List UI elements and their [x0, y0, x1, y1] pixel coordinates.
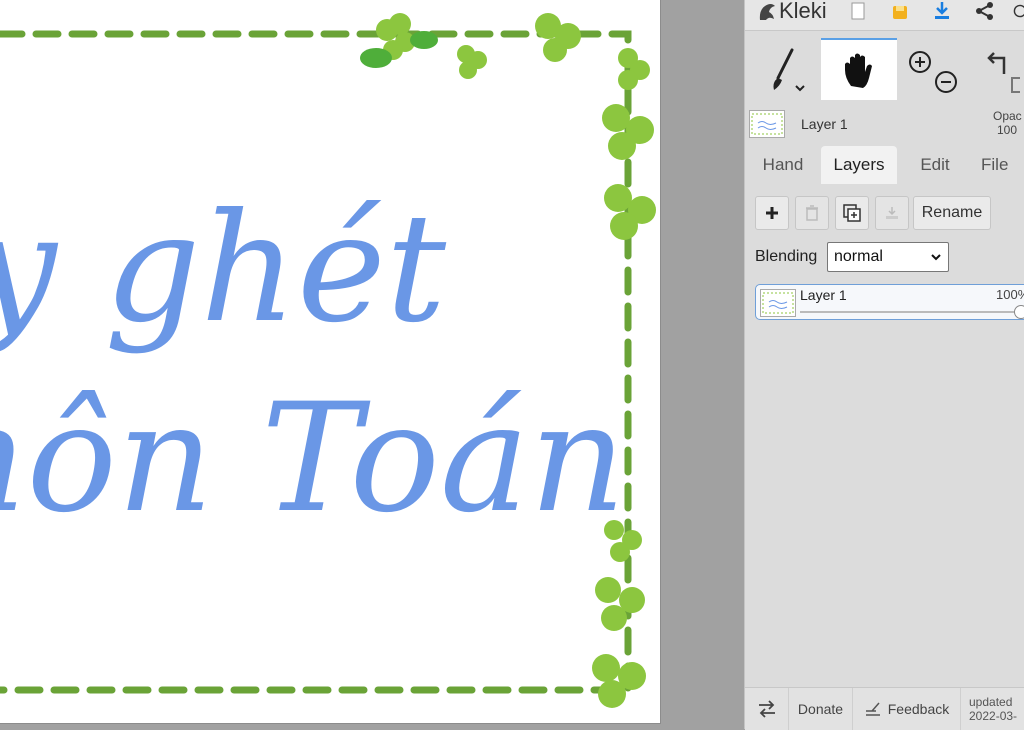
merge-down-icon [886, 207, 898, 219]
feedback-label: Feedback [887, 701, 950, 717]
layer-list-item[interactable]: Layer 1 100% [755, 284, 1024, 320]
layers-panel: Rename Blending normal Layer 1 100% [745, 184, 1024, 687]
layer-item-name: Layer 1 [800, 287, 847, 303]
canvas-text-line2: nôn Toán [0, 372, 626, 546]
new-image-button[interactable] [849, 0, 867, 24]
blending-select[interactable]: normal [827, 242, 949, 272]
updated-info[interactable]: updated 2022-03- [961, 688, 1024, 730]
zoom-in-icon[interactable] [909, 51, 931, 73]
tab-edit[interactable]: Edit [899, 146, 971, 184]
canvas-artwork: y ghét nôn Toán [0, 13, 656, 708]
merge-layer-button[interactable] [875, 196, 909, 230]
add-layer-button[interactable] [755, 196, 789, 230]
save-button[interactable] [889, 0, 911, 24]
blending-value: normal [834, 248, 883, 265]
feedback-link[interactable]: Feedback [853, 688, 961, 730]
share-button[interactable] [973, 0, 997, 24]
side-panel: Kleki Layer 1 Opac 100 Hand Layers Edit … [744, 0, 1024, 730]
layer-opacity-slider-handle[interactable] [1014, 305, 1024, 319]
hand-tool-button[interactable] [821, 38, 897, 100]
tool-row [745, 38, 1024, 102]
download-button[interactable] [931, 0, 953, 24]
tab-hand[interactable]: Hand [749, 146, 817, 184]
opacity-readout: Opac 100 [993, 109, 1024, 137]
drawing-canvas[interactable]: y ghét nôn Toán [0, 0, 660, 723]
feedback-icon [865, 702, 880, 716]
bottom-bar: Donate Feedback updated 2022-03- [745, 687, 1024, 730]
canvas-text-line1: y ghét [0, 182, 447, 356]
swap-ui-side-button[interactable] [745, 688, 789, 730]
donate-link[interactable]: Donate [789, 688, 853, 730]
duplicate-icon [843, 204, 861, 222]
help-button[interactable] [1013, 0, 1024, 24]
clover-decorations [360, 13, 656, 708]
app-name: Kleki [779, 0, 827, 23]
trash-icon [806, 205, 818, 221]
opacity-value: 100 [997, 123, 1018, 137]
layer-opacity-slider[interactable] [800, 311, 1022, 313]
undo-icon [987, 52, 1020, 93]
kleki-logo[interactable]: Kleki [757, 0, 827, 26]
brush-tool-button[interactable] [749, 38, 819, 100]
blending-label: Blending [755, 248, 818, 265]
hand-icon [845, 53, 872, 88]
plus-icon [766, 207, 778, 219]
tab-layers[interactable]: Layers [821, 146, 897, 184]
layer-name: Layer 1 [801, 116, 848, 132]
updated-date: 2022-03- [969, 709, 1018, 723]
save-icon [893, 6, 907, 19]
help-icon [1013, 4, 1024, 18]
rename-layer-button[interactable]: Rename [913, 196, 991, 230]
dashed-border [0, 30, 632, 694]
panel-tabs: Hand Layers Edit File [745, 146, 1024, 184]
chevron-down-icon [931, 254, 941, 261]
updated-label: updated [969, 695, 1013, 709]
delete-layer-button[interactable] [795, 196, 829, 230]
share-icon [976, 2, 993, 20]
zoom-out-icon[interactable] [935, 71, 957, 93]
duplicate-layer-button[interactable] [835, 196, 869, 230]
kleki-logo-icon [759, 4, 775, 20]
opacity-label: Opac [993, 109, 1022, 123]
top-bar: Kleki [745, 0, 1024, 31]
layer-thumbnail [760, 289, 796, 317]
undo-button[interactable] [975, 38, 1024, 100]
layer-item-opacity: 100% [996, 287, 1024, 302]
zoom-controls [899, 38, 969, 100]
canvas-workspace[interactable]: y ghét nôn Toán [0, 0, 744, 729]
download-icon [935, 2, 949, 19]
swap-arrows-icon [758, 700, 775, 718]
new-file-icon [851, 2, 865, 20]
tab-file[interactable]: File [981, 146, 1024, 184]
layer-thumbnail [749, 110, 785, 138]
brush-icon [773, 48, 805, 92]
current-layer-preview: Layer 1 Opac 100 [745, 104, 1024, 144]
